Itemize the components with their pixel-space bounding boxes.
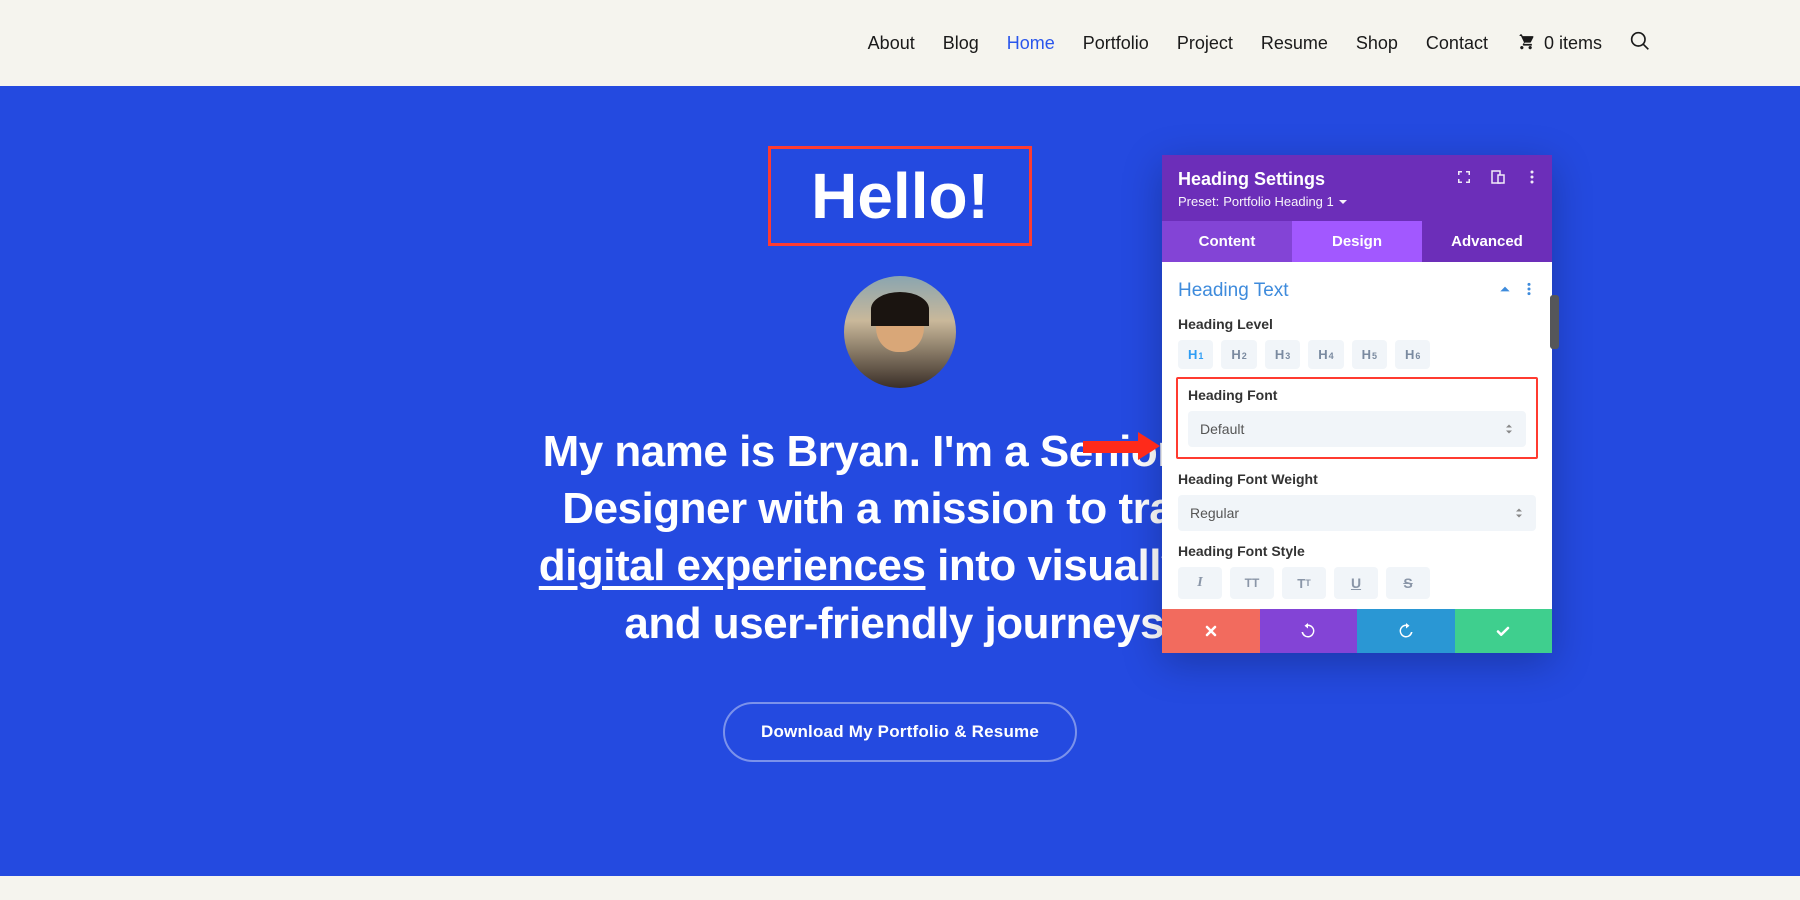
- panel-body: Heading Text Heading Level H1 H2 H3 H4 H…: [1162, 262, 1552, 609]
- heading-level-row: H1 H2 H3 H4 H5 H6: [1178, 340, 1536, 369]
- tab-advanced[interactable]: Advanced: [1422, 221, 1552, 262]
- heading-font-value: Default: [1200, 421, 1244, 437]
- heading-font-highlight: Heading Font Default: [1176, 377, 1538, 459]
- panel-tabs: Content Design Advanced: [1162, 221, 1552, 262]
- intro-underlined: digital experiences: [539, 541, 926, 590]
- heading-font-weight-label: Heading Font Weight: [1178, 471, 1536, 487]
- nav-blog[interactable]: Blog: [943, 33, 979, 54]
- italic-button[interactable]: I: [1178, 567, 1222, 599]
- heading-level-label: Heading Level: [1178, 316, 1536, 332]
- panel-preset[interactable]: Preset: Portfolio Heading 1: [1178, 194, 1536, 209]
- heading-font-label: Heading Font: [1188, 387, 1526, 403]
- nav-shop[interactable]: Shop: [1356, 33, 1398, 54]
- heading-font-weight-value: Regular: [1190, 505, 1239, 521]
- callout-arrow: [1083, 434, 1160, 458]
- panel-scrollbar[interactable]: [1550, 295, 1559, 349]
- heading-level-h5[interactable]: H5: [1352, 340, 1387, 369]
- more-icon[interactable]: [1524, 169, 1540, 188]
- nav-resume[interactable]: Resume: [1261, 33, 1328, 54]
- avatar: [844, 276, 956, 388]
- hello-highlight-box: Hello!: [768, 146, 1032, 246]
- tab-design[interactable]: Design: [1292, 221, 1422, 262]
- select-sort-icon: [1504, 423, 1514, 435]
- heading-font-select[interactable]: Default: [1188, 411, 1526, 447]
- uppercase-button[interactable]: TT: [1230, 567, 1274, 599]
- intro-line: and user-friendly journeys.: [624, 599, 1175, 648]
- heading-font-style-label: Heading Font Style: [1178, 543, 1536, 559]
- heading-level-h6[interactable]: H6: [1395, 340, 1430, 369]
- nav-contact[interactable]: Contact: [1426, 33, 1488, 54]
- expand-icon[interactable]: [1456, 169, 1472, 188]
- cart-link[interactable]: 0 items: [1516, 31, 1602, 56]
- heading-level-h3[interactable]: H3: [1265, 340, 1300, 369]
- save-button[interactable]: [1455, 609, 1553, 653]
- nav-project[interactable]: Project: [1177, 33, 1233, 54]
- cancel-button[interactable]: [1162, 609, 1260, 653]
- select-sort-icon: [1514, 507, 1524, 519]
- responsive-icon[interactable]: [1490, 169, 1506, 188]
- font-style-row: I TT TT U S: [1178, 567, 1536, 599]
- intro-line: Designer with a mission to transf: [562, 484, 1237, 533]
- heading-level-h4[interactable]: H4: [1308, 340, 1343, 369]
- nav-about[interactable]: About: [868, 33, 915, 54]
- chevron-up-icon[interactable]: [1498, 280, 1512, 302]
- strikethrough-button[interactable]: S: [1386, 567, 1430, 599]
- top-nav: About Blog Home Portfolio Project Resume…: [0, 0, 1800, 86]
- heading-font-weight-select[interactable]: Regular: [1178, 495, 1536, 531]
- section-heading-text[interactable]: Heading Text: [1178, 280, 1289, 302]
- undo-button[interactable]: [1260, 609, 1358, 653]
- panel-header: Heading Settings Preset: Portfolio Headi…: [1162, 155, 1552, 221]
- preset-prefix: Preset:: [1178, 194, 1219, 209]
- smallcaps-button[interactable]: TT: [1282, 567, 1326, 599]
- nav-home[interactable]: Home: [1007, 33, 1055, 54]
- underline-button[interactable]: U: [1334, 567, 1378, 599]
- section-more-icon[interactable]: [1522, 280, 1536, 302]
- redo-button[interactable]: [1357, 609, 1455, 653]
- panel-footer: [1162, 609, 1552, 653]
- preset-name: Portfolio Heading 1: [1223, 194, 1334, 209]
- cart-icon: [1516, 31, 1536, 56]
- tab-content[interactable]: Content: [1162, 221, 1292, 262]
- hello-heading[interactable]: Hello!: [811, 159, 989, 233]
- heading-level-h2[interactable]: H2: [1221, 340, 1256, 369]
- cart-count: 0 items: [1544, 33, 1602, 54]
- nav-portfolio[interactable]: Portfolio: [1083, 33, 1149, 54]
- chevron-down-icon: [1338, 197, 1348, 207]
- search-icon[interactable]: [1630, 31, 1650, 56]
- heading-level-h1[interactable]: H1: [1178, 340, 1213, 369]
- download-cta-button[interactable]: Download My Portfolio & Resume: [723, 702, 1077, 762]
- heading-settings-panel: Heading Settings Preset: Portfolio Headi…: [1162, 155, 1552, 653]
